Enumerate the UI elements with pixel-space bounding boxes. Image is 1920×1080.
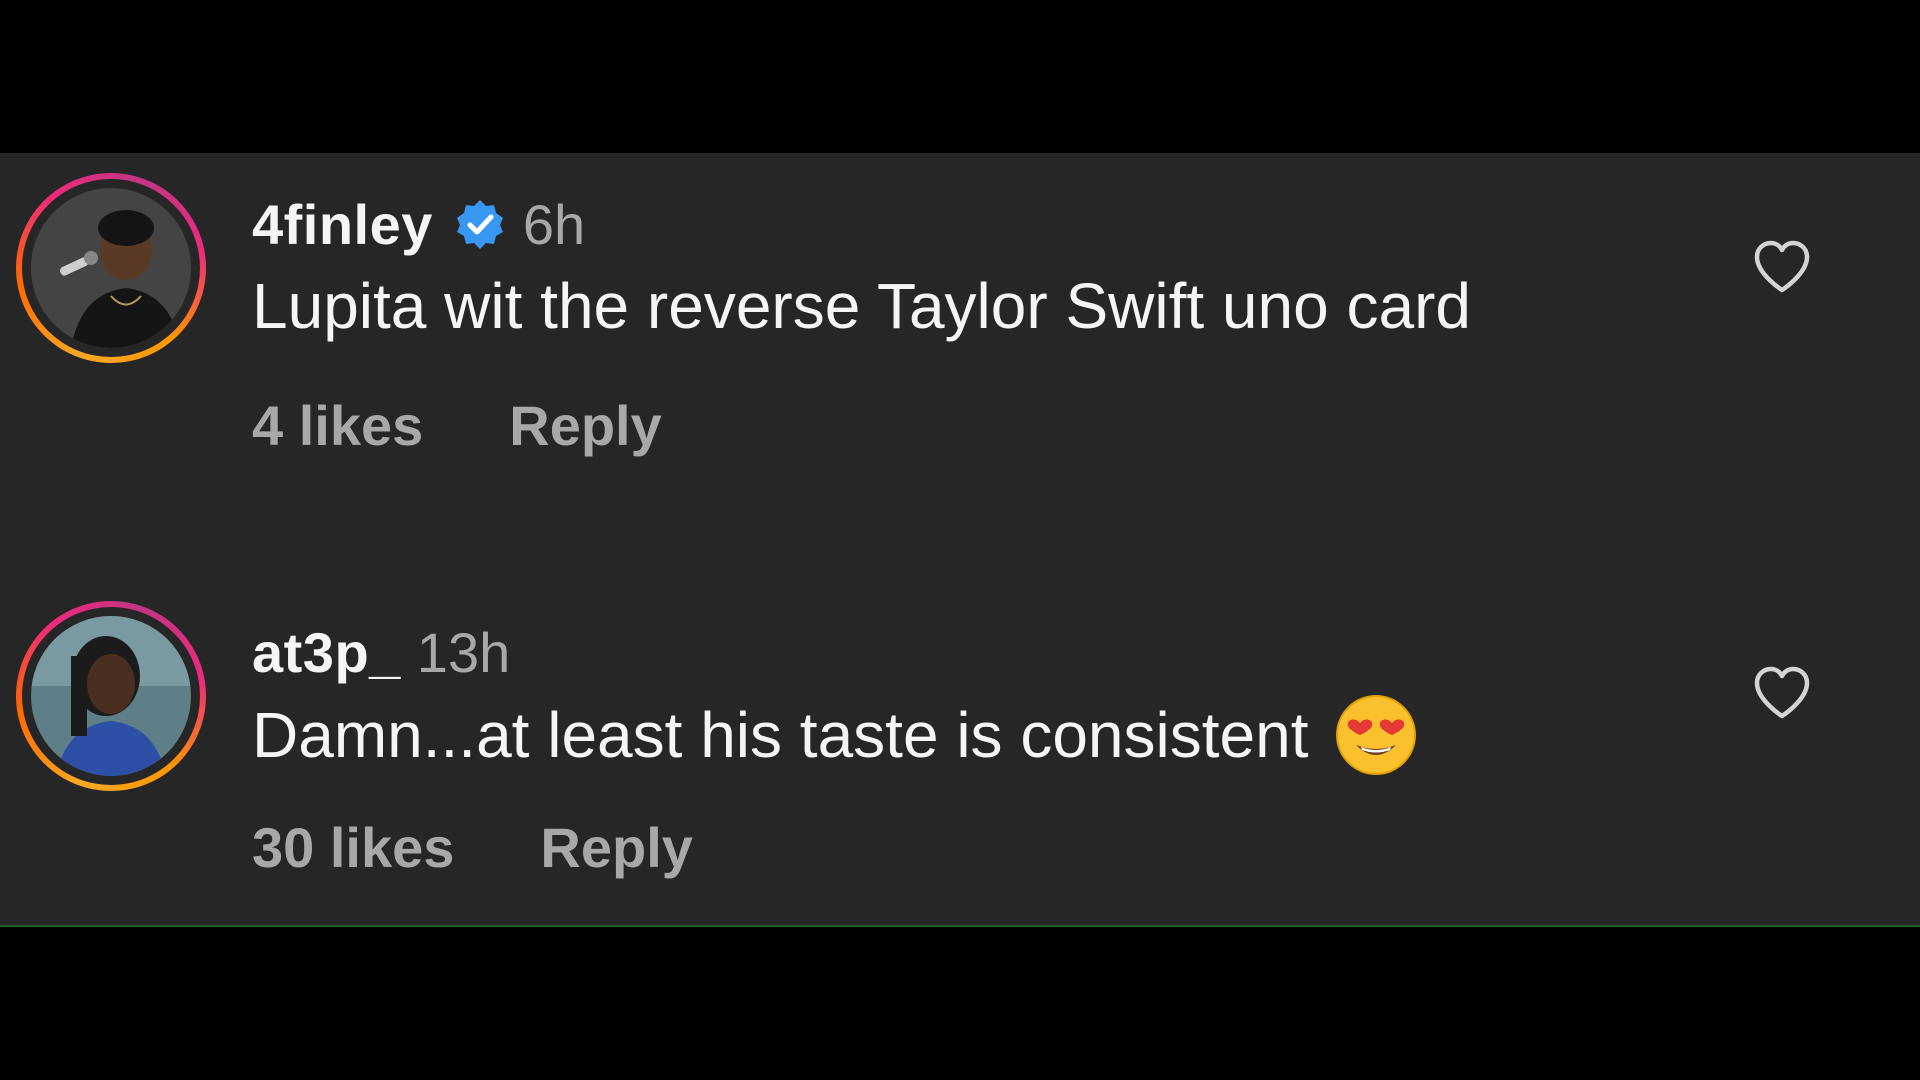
screenshot-stage: 4finley 6h Lupita wit the reverse Taylor…	[0, 0, 1920, 1080]
avatar-photo	[31, 188, 191, 348]
likes-count[interactable]: 30 likes	[252, 815, 454, 880]
comment-timestamp: 13h	[416, 620, 511, 684]
heart-eyes-emoji-icon	[1334, 693, 1418, 777]
comments-panel: 4finley 6h Lupita wit the reverse Taylor…	[0, 153, 1920, 927]
comment-timestamp: 6h	[522, 192, 586, 256]
comment-meta: 4 likes Reply	[252, 385, 662, 465]
like-heart-icon[interactable]	[1752, 665, 1812, 721]
reply-button[interactable]: Reply	[540, 815, 693, 880]
avatar[interactable]	[31, 188, 191, 348]
comment-text: Damn...at least his taste is consistent	[252, 685, 1418, 785]
comment-text: Lupita wit the reverse Taylor Swift uno …	[252, 261, 1471, 351]
comment-header: 4finley 6h	[252, 189, 585, 259]
like-heart-icon[interactable]	[1752, 239, 1812, 295]
story-ring[interactable]	[16, 173, 206, 363]
avatar-photo	[31, 616, 191, 776]
comment-text-content: Damn...at least his taste is consistent	[252, 699, 1309, 771]
likes-count[interactable]: 4 likes	[252, 393, 423, 458]
comment-text-content: Lupita wit the reverse Taylor Swift uno …	[252, 270, 1471, 342]
comment-header: at3p_ 13h	[252, 617, 510, 687]
verified-badge-icon	[453, 197, 507, 251]
reply-button[interactable]: Reply	[509, 393, 662, 458]
username[interactable]: 4finley	[252, 192, 433, 257]
story-ring[interactable]	[16, 601, 206, 791]
username[interactable]: at3p_	[252, 620, 401, 685]
comment-meta: 30 likes Reply	[252, 807, 693, 887]
avatar[interactable]	[31, 616, 191, 776]
